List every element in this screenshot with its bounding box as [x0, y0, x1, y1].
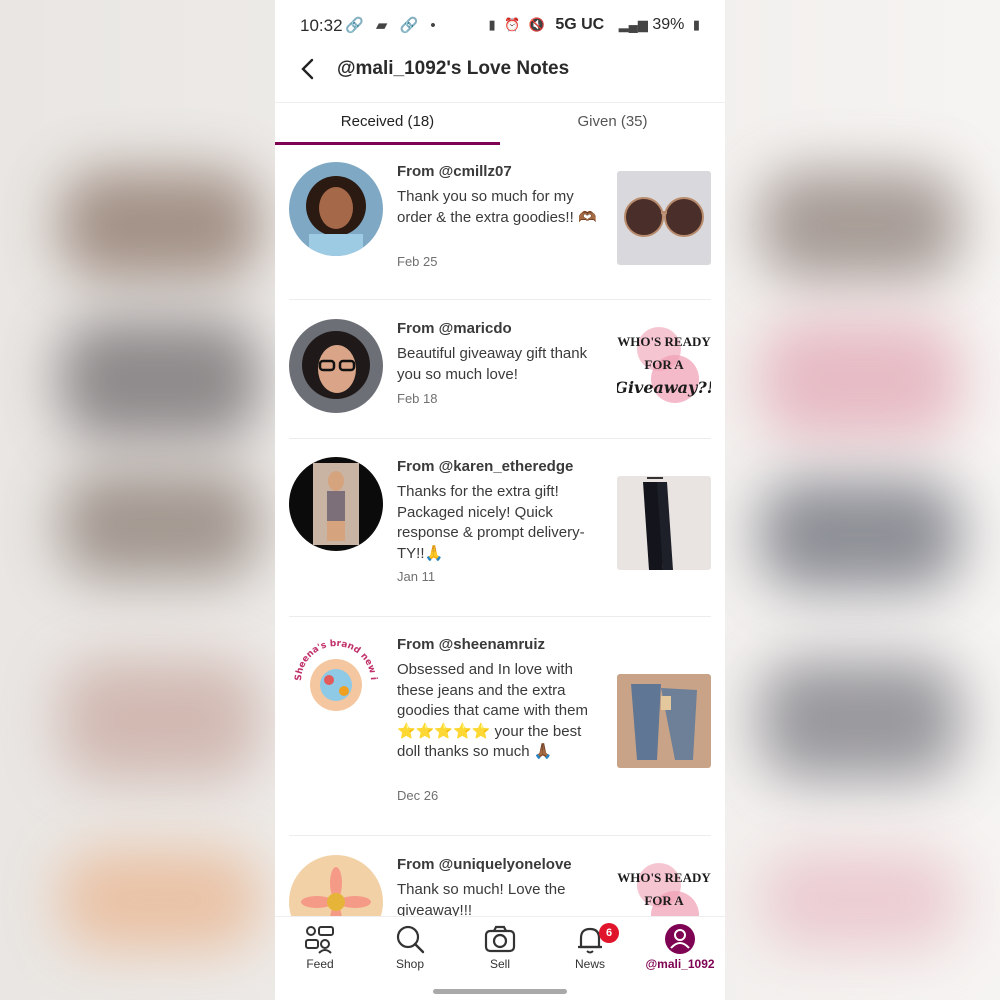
camera-icon [484, 925, 516, 953]
listing-thumbnail[interactable] [617, 171, 711, 265]
listing-thumbnail[interactable] [617, 476, 711, 570]
tab-received-label: Received (18) [340, 113, 435, 130]
jeans-photo [617, 674, 711, 768]
giveaway-text-2: FOR A [644, 357, 684, 372]
giveaway-text-1: WHO'S READY [617, 870, 711, 885]
listing-thumbnail[interactable] [617, 674, 711, 768]
black-pants-photo [617, 476, 711, 570]
note-date: Jan 11 [397, 569, 436, 584]
nav-sell-label: Sell [489, 957, 510, 971]
nav-shop[interactable]: Shop [365, 923, 455, 981]
battery-percent: 39% [652, 16, 685, 33]
tab-bar: Received (18) Given (35) [275, 102, 725, 145]
divider [289, 299, 711, 300]
battery-icon: ▮ [692, 17, 700, 32]
avatar[interactable] [289, 855, 383, 916]
battery-saver-icon: ▮ [488, 17, 496, 32]
status-time: 10:32 [300, 16, 343, 35]
note-message: Thank so much! Love the giveaway!!! [397, 881, 566, 916]
nav-profile[interactable]: @mali_1092 [635, 923, 725, 981]
note-message: Beautiful giveaway gift thank you so muc… [397, 345, 588, 383]
nav-shop-label: Shop [395, 957, 425, 971]
signal-icon: ▂▄▆ [618, 17, 648, 32]
profile-icon [665, 924, 695, 954]
giveaway-text-1: WHO'S READY [617, 334, 711, 349]
back-arrow-icon[interactable] [295, 56, 321, 82]
note-date: Feb 25 [397, 254, 438, 269]
page-title: @mali_1092's Love Notes [337, 58, 570, 79]
nav-news[interactable]: 6 News [545, 923, 635, 981]
nav-feed-label: Feed [306, 957, 334, 971]
notification-icons: 🔗 ▰ 🔗 • [345, 17, 440, 34]
avatar[interactable]: Sheena's brand new items [289, 635, 383, 729]
tab-given-label: Given (35) [577, 113, 648, 130]
network-label: 5G UC [555, 16, 605, 33]
mute-icon: 🔇 [528, 17, 545, 32]
nav-news-label: News [574, 957, 605, 971]
bottom-nav: Feed Shop Sell 6 News @mali_1092 [275, 916, 725, 982]
giveaway-text-2: FOR A [644, 893, 684, 908]
status-right: ▮ ⏰ 🔇 5G UC ▂▄▆ 39% ▮ [484, 16, 700, 34]
header: @mali_1092's Love Notes [275, 50, 725, 102]
note-sender[interactable]: From @karen_etheredge [397, 458, 573, 475]
note-sender[interactable]: From @uniquelyonelove [397, 856, 572, 873]
avatar[interactable] [289, 162, 383, 256]
love-notes-list[interactable]: From @cmillz07 Thank you so much for my … [275, 144, 725, 916]
note-date: Feb 18 [397, 391, 438, 406]
status-bar: 10:32 🔗 ▰ 🔗 • ▮ ⏰ 🔇 5G UC ▂▄▆ 39% ▮ [275, 0, 725, 50]
feed-icon [305, 926, 334, 954]
sunglasses-photo [617, 171, 711, 265]
avatar[interactable] [289, 457, 383, 551]
home-indicator[interactable] [433, 989, 567, 994]
note-sender[interactable]: From @maricdo [397, 320, 512, 337]
giveaway-text-3: Giveaway?! [617, 378, 711, 397]
tab-given[interactable]: Given (35) [500, 103, 725, 143]
phone-screen: 10:32 🔗 ▰ 🔗 • ▮ ⏰ 🔇 5G UC ▂▄▆ 39% ▮ @mal… [275, 0, 725, 1000]
nav-profile-label: @mali_1092 [645, 957, 715, 971]
avatar[interactable] [289, 319, 383, 413]
note-sender[interactable]: From @sheenamruiz [397, 636, 545, 653]
listing-thumbnail[interactable]: WHO'S READY FOR A Giveaway?! [617, 855, 711, 916]
note-date: Dec 26 [397, 788, 439, 803]
tab-received[interactable]: Received (18) [275, 103, 500, 145]
giveaway-graphic: WHO'S READY FOR A Giveaway?! [617, 319, 711, 413]
divider [289, 616, 711, 617]
nav-sell[interactable]: Sell [455, 923, 545, 981]
search-icon [396, 925, 425, 954]
note-message: Thanks for the extra gift! Packaged nice… [397, 483, 585, 562]
giveaway-graphic: WHO'S READY FOR A Giveaway?! [617, 855, 711, 916]
divider [289, 835, 711, 836]
note-message: Obsessed and In love with these jeans an… [397, 661, 588, 760]
nav-feed[interactable]: Feed [275, 923, 365, 981]
news-badge: 6 [599, 923, 619, 943]
divider [289, 438, 711, 439]
listing-thumbnail[interactable]: WHO'S READY FOR A Giveaway?! [617, 319, 711, 413]
note-sender[interactable]: From @cmillz07 [397, 163, 512, 180]
alarm-icon: ⏰ [504, 17, 521, 32]
note-message: Thank you so much for my order & the ext… [397, 188, 597, 226]
